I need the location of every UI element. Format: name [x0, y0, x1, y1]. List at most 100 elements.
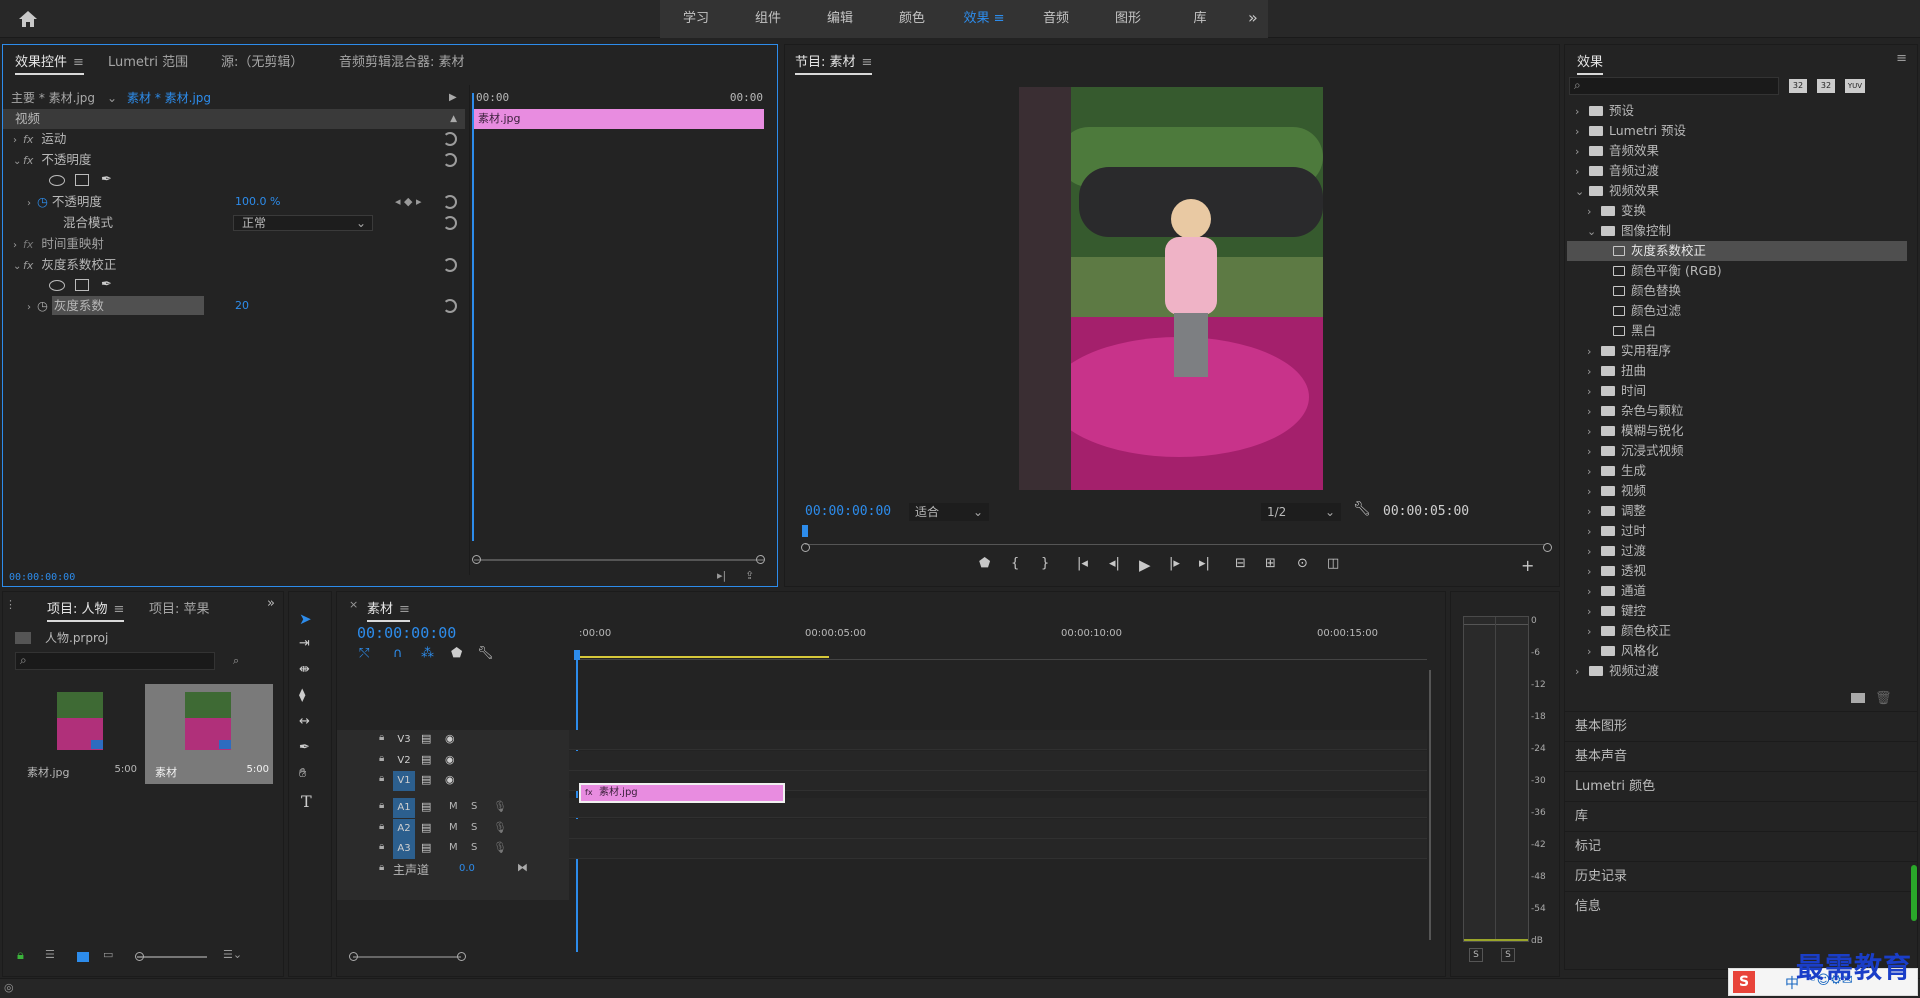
- rectangle-mask-icon[interactable]: [75, 279, 89, 291]
- step-back-icon[interactable]: ◂|: [1109, 556, 1120, 571]
- delete-icon[interactable]: 🗑︎: [1875, 691, 1892, 706]
- slider-handle[interactable]: [135, 952, 144, 961]
- mic-icon[interactable]: 🎙︎: [493, 800, 507, 813]
- panel-scrollbar[interactable]: [1911, 865, 1917, 921]
- effects-tree-item[interactable]: › 扭曲: [1567, 361, 1907, 381]
- play-icon[interactable]: ▶: [1139, 556, 1151, 574]
- chevron-right-icon[interactable]: ›: [1587, 522, 1601, 542]
- effects-tree-item[interactable]: › 沉浸式视频: [1567, 441, 1907, 461]
- effects-tree-item[interactable]: › 过渡: [1567, 541, 1907, 561]
- workspace-tab[interactable]: 编辑: [804, 0, 876, 38]
- chevron-right-icon[interactable]: ›: [1575, 142, 1589, 162]
- keyframe-nav[interactable]: ◂ ◆ ▸: [395, 192, 422, 212]
- scroll-handle[interactable]: [472, 555, 481, 564]
- sync-lock-icon[interactable]: ▤: [421, 753, 431, 766]
- sync-lock-icon[interactable]: ▤: [421, 841, 431, 854]
- list-view-icon[interactable]: ☰: [45, 948, 55, 961]
- go-to-out-icon[interactable]: ▸|: [1199, 556, 1210, 571]
- effects-tree-item[interactable]: › 调整: [1567, 501, 1907, 521]
- step-forward-icon[interactable]: |▸: [1169, 556, 1180, 571]
- lock-icon[interactable]: 🔒︎: [379, 773, 384, 784]
- chevron-down-icon[interactable]: ⌄: [1575, 182, 1589, 202]
- snap-icon[interactable]: ∩: [393, 646, 403, 661]
- track-lane[interactable]: [569, 750, 1427, 771]
- timeline-hscroll[interactable]: [353, 956, 461, 958]
- reset-icon[interactable]: [443, 153, 457, 167]
- track-select-tool-icon[interactable]: ⇥: [299, 636, 310, 651]
- bit32-badge[interactable]: 32: [1817, 79, 1835, 93]
- master-fade-icon[interactable]: ⧓: [517, 861, 528, 874]
- project-item-selected[interactable]: 素材 5:00: [145, 684, 273, 784]
- chevron-right-icon[interactable]: ›: [1587, 502, 1601, 522]
- export-frame-icon[interactable]: ⊙: [1297, 556, 1308, 571]
- solo-button[interactable]: S: [471, 822, 477, 833]
- chevron-right-icon[interactable]: ›: [1587, 442, 1601, 462]
- program-ruler[interactable]: [805, 531, 1545, 545]
- effects-tree-item[interactable]: › 时间: [1567, 381, 1907, 401]
- type-tool-icon[interactable]: T: [301, 792, 312, 811]
- hand-tool-icon[interactable]: ✋︎: [299, 766, 306, 781]
- selection-tool-icon[interactable]: ➤: [299, 610, 312, 628]
- effects-tree-item[interactable]: › 风格化: [1567, 641, 1907, 661]
- workspace-tab[interactable]: 颜色: [876, 0, 948, 38]
- chevron-right-icon[interactable]: ›: [1587, 202, 1601, 222]
- ellipse-mask-icon[interactable]: [49, 280, 65, 291]
- stopwatch-icon[interactable]: ◷: [37, 298, 48, 313]
- chevron-right-icon[interactable]: ›: [1587, 482, 1601, 502]
- pen-mask-icon[interactable]: ✒: [101, 277, 112, 292]
- effects-tree-item[interactable]: › 颜色校正: [1567, 621, 1907, 641]
- effects-tree-item[interactable]: › 音频过渡: [1567, 161, 1907, 181]
- lift-icon[interactable]: ⊟: [1235, 556, 1246, 571]
- lock-icon[interactable]: 🔒︎: [379, 800, 384, 811]
- tab-project-apple[interactable]: 项目: 苹果: [149, 598, 210, 617]
- sync-lock-icon[interactable]: ▤: [421, 732, 431, 745]
- opacity-value[interactable]: 100.0 %: [235, 192, 280, 212]
- scroll-handle[interactable]: [457, 952, 466, 961]
- comparison-view-icon[interactable]: ◫: [1327, 556, 1339, 571]
- eye-icon[interactable]: ◉: [445, 732, 455, 745]
- playhead-handle[interactable]: [574, 650, 580, 660]
- menu-icon[interactable]: ≡: [1896, 51, 1907, 66]
- reset-icon[interactable]: [443, 258, 457, 272]
- tab-sequence[interactable]: 素材 ≡: [367, 598, 410, 622]
- play-only-icon[interactable]: ▶: [449, 89, 457, 107]
- effect-motion[interactable]: › fx 运动: [3, 129, 463, 149]
- gamma-value[interactable]: 20: [235, 296, 249, 316]
- effect-opacity[interactable]: ⌄ fx 不透明度: [3, 150, 463, 170]
- track-lane[interactable]: [569, 818, 1427, 839]
- find-icon[interactable]: ⌕: [233, 654, 239, 668]
- effects-tree-item[interactable]: › 预设: [1567, 101, 1907, 121]
- timeline-vscroll[interactable]: [1429, 670, 1431, 940]
- effects-tree-item[interactable]: › 键控: [1567, 601, 1907, 621]
- track-target[interactable]: V1: [393, 771, 415, 791]
- tab-effect-controls[interactable]: 效果控件 ≡: [15, 51, 84, 75]
- mute-button[interactable]: M: [449, 842, 458, 853]
- project-item[interactable]: 素材.jpg 5:00: [17, 684, 141, 784]
- stopwatch-icon[interactable]: ◷: [37, 194, 48, 209]
- work-area-bar[interactable]: [577, 656, 829, 658]
- close-icon[interactable]: ×: [349, 598, 358, 611]
- export-frame-icon[interactable]: ▸|: [717, 569, 726, 582]
- workspace-tab[interactable]: 学习: [660, 0, 732, 38]
- chevron-right-icon[interactable]: ›: [1587, 462, 1601, 482]
- effects-tree-item[interactable]: 颜色替换: [1567, 281, 1907, 301]
- workspace-menu-icon[interactable]: ≡: [989, 11, 1005, 26]
- timeline-ruler[interactable]: :00:00 00:00:05:00 00:00:10:00 00:00:15:…: [577, 622, 1427, 660]
- collapsed-panel[interactable]: 基本图形: [1565, 711, 1917, 741]
- lock-icon[interactable]: 🔒︎: [17, 948, 24, 963]
- chevron-right-icon[interactable]: ›: [1575, 102, 1589, 122]
- collapsed-panel[interactable]: 库: [1565, 801, 1917, 831]
- collapsed-panel[interactable]: 历史记录: [1565, 861, 1917, 891]
- lock-icon[interactable]: 🔒︎: [379, 862, 384, 873]
- share-icon[interactable]: ⇪: [745, 569, 754, 582]
- chevron-right-icon[interactable]: ›: [1587, 342, 1601, 362]
- effect-gamma-correction[interactable]: ⌄ fx 灰度系数校正: [3, 255, 463, 275]
- effects-tree-item[interactable]: › 变换: [1567, 201, 1907, 221]
- chevron-right-icon[interactable]: ›: [1587, 382, 1601, 402]
- mute-button[interactable]: M: [449, 822, 458, 833]
- tab-lumetri-scopes[interactable]: Lumetri 范围: [108, 51, 188, 70]
- effects-tree-item[interactable]: 颜色过滤: [1567, 301, 1907, 321]
- source-clip-label[interactable]: 素材 * 素材.jpg: [127, 89, 211, 107]
- slip-tool-icon[interactable]: ↔: [299, 714, 310, 729]
- chevron-right-icon[interactable]: ›: [1587, 542, 1601, 562]
